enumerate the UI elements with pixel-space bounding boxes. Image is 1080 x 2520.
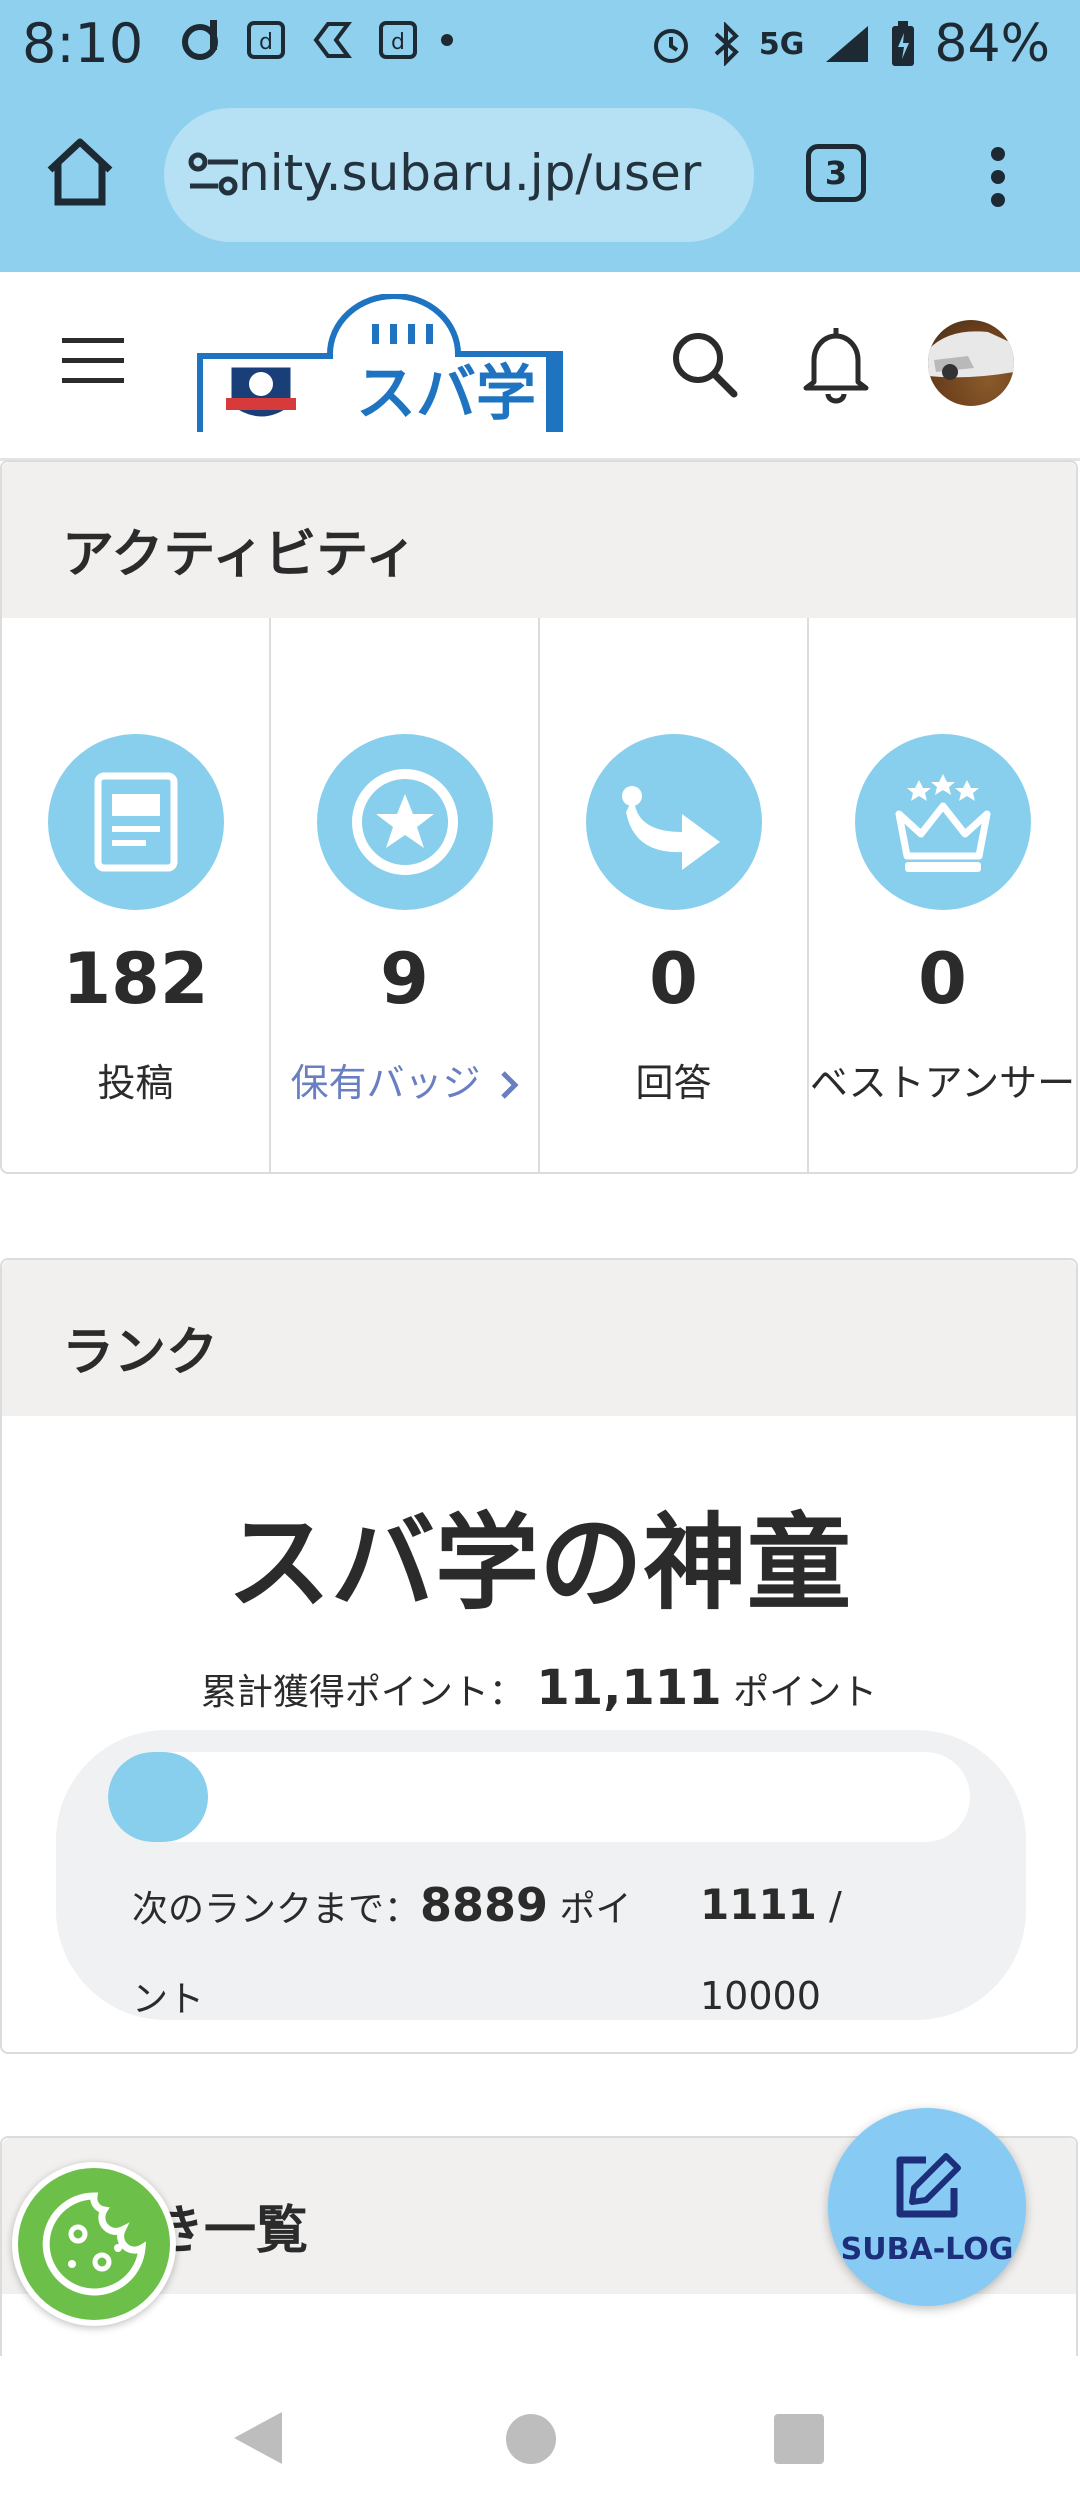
edit-icon <box>896 2153 961 2218</box>
document-icon <box>47 734 224 910</box>
rank-header: ランク <box>2 1260 1076 1416</box>
crown-icon <box>854 734 1031 910</box>
battery-icon <box>892 21 915 66</box>
tab-switcher-button[interactable]: 3 <box>806 144 866 202</box>
url-bar[interactable]: nity.subaru.jp/user <box>164 108 754 242</box>
site-logo[interactable]: スバ学 <box>196 293 584 434</box>
total-points-unit: ポイント <box>733 1672 878 1713</box>
badges-link[interactable]: 保有バッジ <box>271 1052 538 1107</box>
svg-text:d: d <box>259 30 273 55</box>
url-text[interactable]: nity.subaru.jp/user <box>238 144 738 202</box>
stat-value: 0 <box>918 938 967 1020</box>
chevron-right-icon <box>500 1071 519 1099</box>
docomo-d-icon <box>182 20 218 60</box>
stat-posts[interactable]: 182 投稿 <box>2 618 271 1174</box>
overflow-menu-icon[interactable] <box>990 146 1006 208</box>
hamburger-menu-icon[interactable] <box>62 336 124 386</box>
signal-icon <box>826 26 869 62</box>
notification-icons: d d <box>180 18 454 62</box>
stat-value: 0 <box>649 938 698 1020</box>
progress-track <box>108 1752 970 1842</box>
logo-text: スバ学 <box>356 359 536 429</box>
activity-header: アクティビティ <box>2 462 1076 618</box>
avatar-car-image <box>928 331 1014 380</box>
rank-title: ランク <box>62 1323 219 1383</box>
rank-score: 1111 / 10000 <box>700 1860 900 2041</box>
stat-value: 9 <box>380 938 429 1020</box>
reply-arrow-icon <box>585 734 762 910</box>
stat-value: 182 <box>62 938 209 1020</box>
stat-answers[interactable]: 0 回答 <box>540 618 809 1174</box>
next-rank-text: 次のランクまで：8889 ポイント <box>132 1860 662 2045</box>
site-header: スバ学 <box>0 272 1080 461</box>
stat-label: ベストアンサー <box>809 1061 1076 1105</box>
dot-icon <box>441 34 453 46</box>
rank-progress-box: 次のランクまで：8889 ポイント 1111 / 10000 <box>56 1730 1026 2020</box>
site-settings-icon[interactable] <box>186 148 242 202</box>
status-bar: 8:10 d d 5G 84% <box>0 0 1080 92</box>
score-slash: / <box>829 1884 842 1928</box>
next-rank-value: 8889 <box>420 1878 549 1932</box>
stat-label: 回答 <box>635 1061 712 1105</box>
rank-name: スバ学の神童 <box>226 1502 851 1624</box>
stat-label: 投稿 <box>97 1061 174 1105</box>
home-nav-icon[interactable] <box>506 2414 556 2464</box>
home-icon[interactable] <box>42 134 118 210</box>
stat-label[interactable]: 保有バッジ <box>290 1061 480 1105</box>
recent-apps-icon[interactable] <box>774 2414 824 2464</box>
search-icon[interactable] <box>668 328 740 400</box>
activity-card: アクティビティ 182 投稿 9 保有バッジ 0 回答 0 ベストアンサー <box>0 460 1078 1174</box>
total-points-label: 累計獲得ポイント： <box>200 1672 525 1713</box>
current-score: 1111 <box>700 1880 817 1929</box>
back-icon[interactable] <box>230 2408 286 2468</box>
activity-title: アクティビティ <box>62 525 418 585</box>
next-rank-label: 次のランクまで： <box>132 1889 421 1930</box>
battery-percent: 84% <box>934 14 1050 74</box>
notification-bell-icon[interactable] <box>800 324 872 404</box>
activity-stats: 182 投稿 9 保有バッジ 0 回答 0 ベストアンサー <box>2 618 1076 1174</box>
stat-best-answers[interactable]: 0 ベストアンサー <box>809 618 1076 1174</box>
sync-icon <box>313 22 352 58</box>
browser-chrome: 8:10 d d 5G 84% nity.subaru.jp/user 3 <box>0 0 1080 272</box>
star-badge-icon <box>316 734 493 910</box>
user-avatar[interactable] <box>928 320 1014 406</box>
progress-fill <box>108 1752 208 1842</box>
max-score: 10000 <box>700 1974 821 2018</box>
suba-log-button[interactable]: SUBA-LOG <box>828 2108 1026 2306</box>
dmenu-icon-2: d <box>379 21 417 59</box>
dmenu-icon: d <box>247 21 285 59</box>
svg-text:d: d <box>391 30 405 55</box>
stat-badges[interactable]: 9 保有バッジ <box>271 618 540 1174</box>
total-points-value: 11,111 <box>536 1660 722 1716</box>
network-type: 5G <box>758 26 805 62</box>
status-time: 8:10 <box>22 12 144 75</box>
alarm-icon <box>653 29 688 63</box>
logo-graphic: スバ学 <box>197 293 563 432</box>
bluetooth-icon <box>714 22 739 66</box>
cookie-icon <box>42 2192 147 2296</box>
system-icons: 5G 84% <box>649 14 1050 74</box>
suba-log-label[interactable]: SUBA-LOG <box>828 2232 1026 2267</box>
total-points: 累計獲得ポイント： 11,111 ポイント <box>2 1660 1076 1716</box>
system-nav-bar <box>0 2356 1080 2520</box>
cookie-settings-button[interactable] <box>12 2162 176 2326</box>
rank-card: ランク スバ学の神童 累計獲得ポイント： 11,111 ポイント 次のランクまで… <box>0 1258 1078 2054</box>
